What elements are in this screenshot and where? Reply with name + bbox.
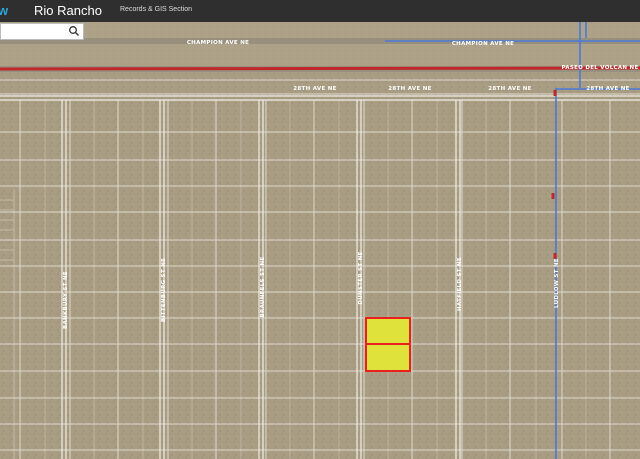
- search-input[interactable]: [1, 26, 71, 43]
- search-box: [0, 23, 84, 43]
- road-label-dunster: DUNSTER ST NE: [358, 251, 364, 304]
- road-label-hatfield: HATFIELD ST NE: [457, 257, 463, 311]
- road-label-braunfels: BRAUNFELS ST NE: [260, 257, 266, 318]
- paseo-del-volcan-road[interactable]: [0, 66, 640, 71]
- road-label-bittenburg: BITTENBURG ST NE: [161, 258, 167, 322]
- search-icon[interactable]: [68, 25, 80, 37]
- road-label-28th-c: 28TH AVE NE: [488, 86, 531, 92]
- map-view[interactable]: CHAMPION AVE NE CHAMPION AVE NE PASEO DE…: [0, 0, 640, 459]
- road-label-28th-a: 28TH AVE NE: [293, 86, 336, 92]
- north-terrain: [0, 22, 640, 72]
- road-label-paseo: PASEO DEL VOLCAN NE: [561, 65, 638, 71]
- app-section-title: Records & GIS Section: [120, 6, 192, 13]
- road-label-28th-d: 28TH AVE NE: [586, 86, 629, 92]
- app-header: w Rio Rancho Records & GIS Section: [0, 0, 640, 22]
- road-label-bankbury: BANKBURY ST NE: [63, 271, 69, 329]
- app-title: Rio Rancho: [34, 3, 102, 18]
- road-label-champion-west: CHAMPION AVE NE: [187, 40, 249, 46]
- road-label-ludlow: LUDLOW ST NE: [554, 258, 560, 308]
- road-label-28th-b: 28TH AVE NE: [388, 86, 431, 92]
- brand-logo-icon[interactable]: w: [0, 3, 8, 18]
- road-label-champion-east: CHAMPION AVE NE: [452, 41, 514, 47]
- selected-parcel[interactable]: [365, 343, 411, 372]
- selected-parcel[interactable]: [365, 317, 411, 345]
